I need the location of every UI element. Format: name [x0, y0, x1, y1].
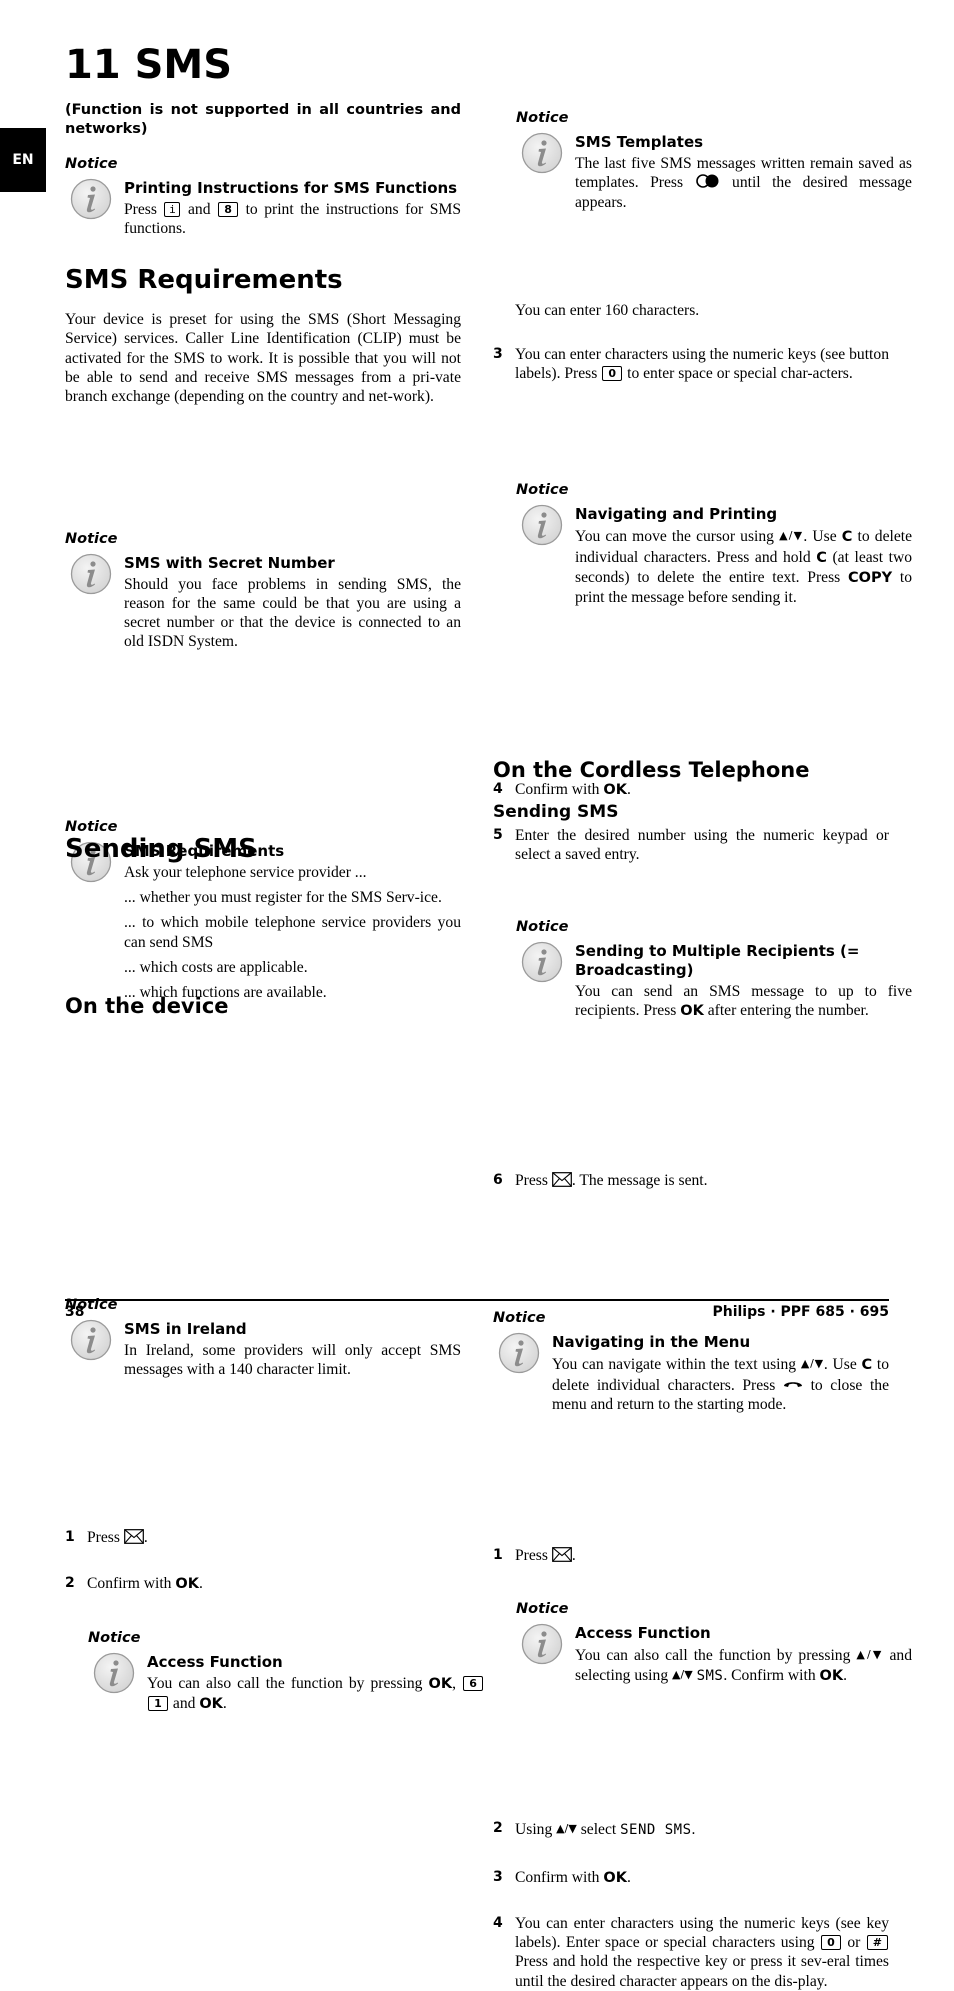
- notice-text: Press i and 8 to print the instructions …: [124, 201, 461, 238]
- cordless-step-3: 3 Confirm with OK.: [493, 1868, 631, 1886]
- up-down-arrows-icon: ▲/▼: [672, 1667, 693, 1681]
- key-0: 0: [820, 1935, 841, 1951]
- notice-title: Navigating and Printing: [575, 505, 778, 524]
- info-icon: [70, 1319, 112, 1361]
- notice-label: Notice: [516, 918, 569, 935]
- notice-title: Access Function: [147, 1652, 283, 1671]
- envelope-icon: [552, 1547, 572, 1562]
- up-down-arrows-icon: ▲/▼: [856, 1647, 884, 1661]
- info-icon: [70, 553, 112, 595]
- language-tab: EN: [0, 128, 46, 192]
- notice-title: Sending to Multiple Recipients (= Broadc…: [575, 941, 860, 979]
- hang-up-icon: [783, 1382, 802, 1387]
- notice-title: SMS with Secret Number: [124, 553, 335, 572]
- notice-line: ... whether you must register for the SM…: [124, 889, 442, 907]
- notice-label: Notice: [516, 110, 569, 126]
- notice-title: SMS Templates: [575, 133, 704, 151]
- subsubheading-sending-sms: Sending SMS: [493, 802, 619, 822]
- intro-note: (Function is not supported in all countr…: [65, 102, 461, 137]
- device-step-5: 5 Enter the desired number using the num…: [493, 826, 889, 864]
- notice-title: Printing Instructions for SMS Functions: [124, 179, 458, 197]
- info-icon: [93, 1652, 135, 1694]
- notice-text: You can move the cursor using ▲/▼. Use C…: [575, 528, 912, 607]
- notice-line: Ask your telephone service provider ...: [124, 863, 367, 881]
- notice-title: Navigating in the Menu: [552, 1333, 751, 1352]
- key-0: 0: [602, 366, 623, 382]
- cordless-step-1: 1 Press .: [493, 1547, 576, 1565]
- info-icon: [521, 504, 563, 546]
- notice-access-device: Notice Access Function You can also call…: [88, 1629, 484, 1715]
- notice-label: Notice: [516, 1600, 569, 1617]
- character-limit-text: You can enter 160 characters.: [515, 302, 700, 319]
- device-step-3: 3 You can enter characters using the num…: [493, 345, 889, 383]
- cordless-step-2: 2 Using ▲/▼ select SEND SMS.: [493, 1820, 696, 1839]
- envelope-icon: [552, 1172, 572, 1187]
- section-heading-requirements: SMS Requirements: [65, 265, 343, 295]
- up-down-arrows-icon: ▲/▼: [556, 1822, 577, 1836]
- notice-label: Notice: [88, 1629, 141, 1646]
- notice-label: Notice: [65, 530, 118, 547]
- notice-text: The last five SMS messages written remai…: [575, 155, 912, 211]
- left-column: (Function is not supported in all countr…: [65, 0, 484, 1712]
- lcd-text: SMS: [696, 1667, 724, 1684]
- notice-ireland: Notice SMS in Ireland In Ireland, some p…: [65, 1296, 461, 1380]
- product-name: Philips · PPF 685 · 695: [712, 1304, 889, 1320]
- notice-text: Should you face problems in sending SMS,…: [124, 575, 461, 651]
- notice-line: ... to which mobile telephone service pr…: [124, 914, 461, 951]
- section-heading-sending: Sending SMS: [65, 834, 257, 864]
- notice-templates: Notice SMS Templates The last five SMS m…: [516, 109, 912, 212]
- key-i: i: [164, 202, 181, 217]
- info-icon: [521, 1623, 563, 1665]
- notice-label: Notice: [65, 156, 118, 172]
- subheading-on-device: On the device: [65, 994, 229, 1018]
- info-icon: [498, 1332, 540, 1374]
- notice-printing: Notice Printing Instructions for SMS Fun…: [65, 155, 461, 239]
- device-step-6: 6 Press . The message is sent.: [493, 1172, 708, 1190]
- footer-rule: [65, 1299, 889, 1301]
- notice-access-cordless: Notice Access Function You can also call…: [516, 1600, 912, 1687]
- notice-text: You can also call the function by pressi…: [147, 1674, 484, 1715]
- info-icon: [521, 132, 563, 174]
- lcd-text: SEND SMS: [620, 1822, 692, 1839]
- notice-navigating-menu: Notice Navigating in the Menu You can na…: [493, 1309, 889, 1414]
- ok-key: OK: [175, 1576, 199, 1593]
- key-1: 1: [148, 1696, 168, 1712]
- key-8: 8: [218, 202, 239, 217]
- subheading-cordless: On the Cordless Telephone: [493, 758, 810, 782]
- notice-text: You can navigate within the text using ▲…: [552, 1356, 890, 1414]
- notice-title: SMS in Ireland: [124, 1319, 247, 1338]
- info-icon: [70, 178, 112, 220]
- device-step-1: 1 Press .: [65, 1529, 148, 1547]
- device-step-2: 2 Confirm with OK.: [65, 1575, 203, 1593]
- key-6: 6: [463, 1675, 484, 1691]
- requirements-paragraph: Your device is preset for using the SMS …: [65, 311, 461, 406]
- notice-navigating-printing: Notice Navigating and Printing You can m…: [516, 481, 912, 607]
- info-icon: [521, 941, 563, 983]
- notice-text: In Ireland, some providers will only acc…: [124, 1341, 461, 1378]
- up-down-arrows-icon: ▲/▼: [779, 529, 804, 543]
- notice-broadcasting: Notice Sending to Multiple Recipients (=…: [516, 918, 912, 1022]
- right-column: Notice SMS Templates The last five SMS m…: [493, 0, 912, 1990]
- page-number: 38: [65, 1304, 85, 1320]
- up-down-arrows-icon: ▲/▼: [800, 1357, 824, 1371]
- notice-secret-number: Notice SMS with Secret Number Should you…: [65, 530, 461, 652]
- cordless-step-4: 4 You can enter characters using the num…: [493, 1914, 889, 1990]
- notice-line: ... which costs are applicable.: [124, 958, 308, 976]
- notice-label: Notice: [516, 482, 569, 499]
- notice-title: Access Function: [575, 1623, 711, 1642]
- notice-text: You can send an SMS message to up to fiv…: [575, 982, 912, 1019]
- notice-text: You can also call the function by pressi…: [575, 1646, 913, 1684]
- toggle-key-icon: [695, 174, 719, 189]
- envelope-icon: [124, 1529, 144, 1544]
- key-hash: #: [866, 1935, 888, 1951]
